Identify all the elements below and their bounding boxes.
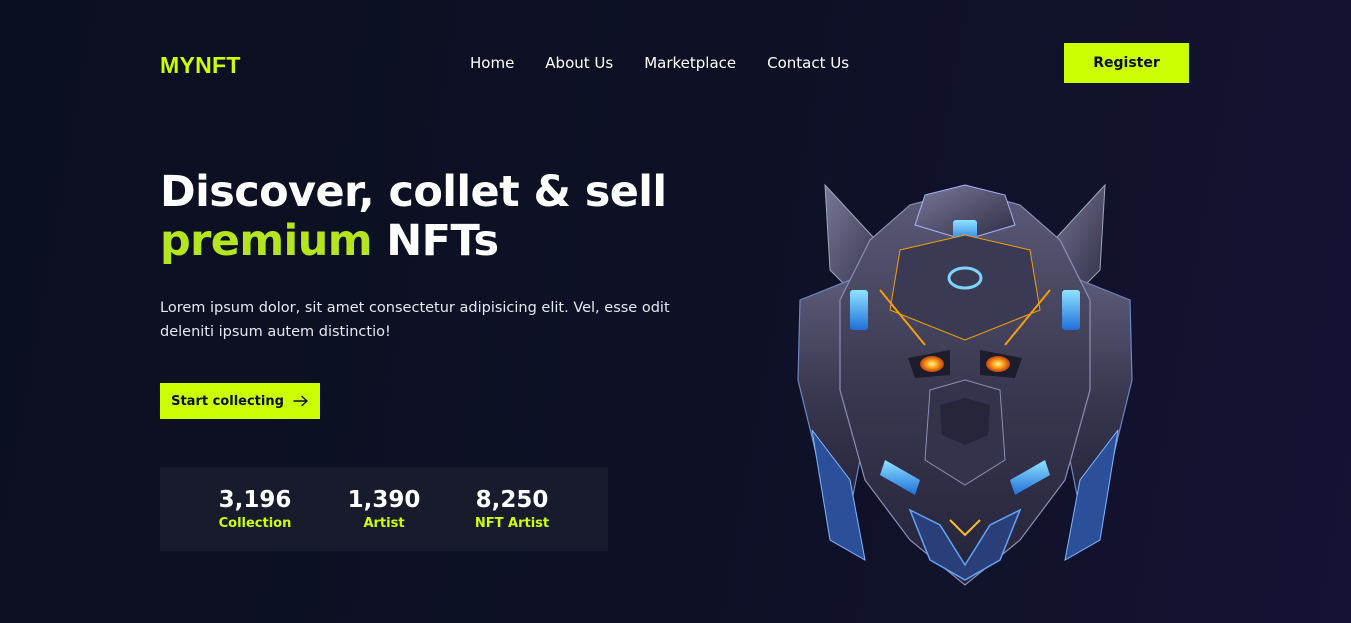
nav-link-home[interactable]: Home bbox=[470, 54, 514, 72]
nav-link-marketplace[interactable]: Marketplace bbox=[644, 54, 736, 72]
nav-link-about-us[interactable]: About Us bbox=[545, 54, 613, 72]
stat-value: 3,196 bbox=[218, 487, 292, 513]
nav-link-contact-us[interactable]: Contact Us bbox=[767, 54, 849, 72]
main-nav: Home About Us Marketplace Contact Us bbox=[470, 54, 849, 72]
robot-helmet-nft-image bbox=[790, 180, 1140, 590]
hero-description: Lorem ipsum dolor, sit amet consectetur … bbox=[160, 300, 670, 340]
register-button[interactable]: Register bbox=[1064, 43, 1189, 83]
hero-title-rest: NFTs bbox=[386, 216, 499, 266]
hero-title-highlight: premium bbox=[160, 216, 373, 266]
navbar: MYNFT Home About Us Marketplace Contact … bbox=[0, 0, 1351, 125]
hero-title-line1: Discover, collet & sell bbox=[160, 167, 667, 217]
stat-artist: 1,390 Artist bbox=[324, 486, 444, 533]
stat-value: 1,390 bbox=[347, 487, 421, 513]
arrow-right-icon bbox=[293, 395, 309, 407]
stat-value: 8,250 bbox=[475, 487, 549, 513]
hero-title: Discover, collet & sell premium NFTs bbox=[160, 168, 720, 266]
start-collecting-label: Start collecting bbox=[171, 393, 284, 409]
logo[interactable]: MYNFT bbox=[160, 52, 241, 79]
stat-label: Collection bbox=[218, 516, 292, 531]
start-collecting-button[interactable]: Start collecting bbox=[160, 383, 320, 419]
stats-panel: 3,196 Collection 1,390 Artist 8,250 NFT … bbox=[160, 467, 608, 551]
stat-label: NFT Artist bbox=[474, 516, 550, 531]
stat-label: Artist bbox=[363, 516, 405, 531]
stat-nft-artist: 8,250 NFT Artist bbox=[452, 486, 572, 533]
stat-collection: 3,196 Collection bbox=[195, 486, 315, 533]
